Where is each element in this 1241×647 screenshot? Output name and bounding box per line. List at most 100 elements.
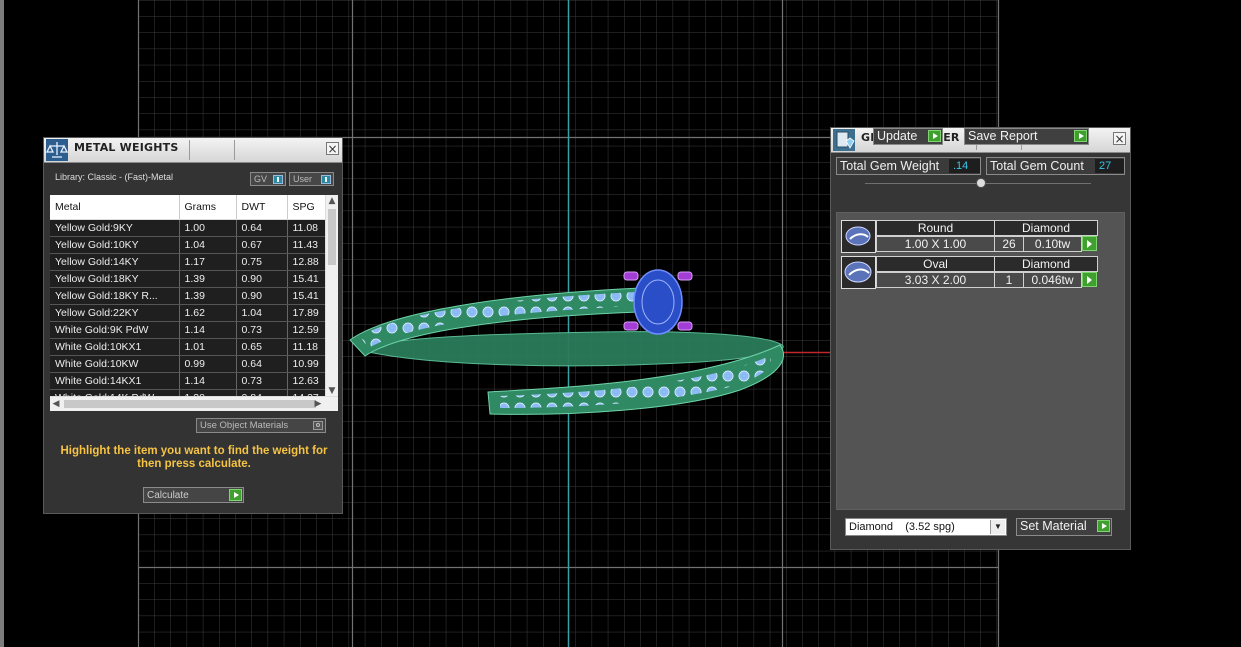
cell-metal: Yellow Gold:18KY R...: [50, 287, 180, 305]
cell-dwt: 0.64: [236, 219, 288, 237]
use-object-materials-toggle[interactable]: Use Object Materials: [196, 418, 326, 433]
table-row[interactable]: White Gold:10KX1 1.01 0.65 11.18: [50, 338, 327, 356]
cell-grams: 1.14: [179, 321, 237, 339]
horizontal-scroll-thumb[interactable]: [64, 400, 316, 408]
panel-splitter-handle[interactable]: [976, 178, 986, 188]
table-row[interactable]: Yellow Gold:9KY 1.00 0.64 11.08: [50, 219, 327, 237]
cell-grams: 1.39: [179, 270, 237, 288]
title-separator: [234, 140, 235, 160]
scroll-left-icon[interactable]: ◀: [50, 397, 62, 411]
cell-spg: 12.59: [287, 321, 327, 339]
metal-weights-close-button[interactable]: ×: [326, 142, 339, 155]
cell-metal: Yellow Gold:9KY: [50, 219, 180, 237]
gem-reporter-panel: GEM REPORTER × Total Gem Weight .14 Tota…: [830, 127, 1131, 550]
gem-shape: Oval: [876, 256, 995, 272]
toggle-off-icon: [313, 421, 323, 430]
cell-metal: White Gold:10KX1: [50, 338, 180, 356]
gem-weight: 0.046tw: [1023, 272, 1082, 288]
table-horizontal-scrollbar[interactable]: ◀ ▶: [50, 396, 338, 411]
cell-metal: Yellow Gold:10KY: [50, 236, 180, 254]
gem-report-icon: [833, 129, 855, 151]
scroll-up-icon[interactable]: ▲: [326, 195, 338, 207]
cell-spg: 11.43: [287, 236, 327, 254]
gem-size: 1.00 X 1.00: [876, 236, 995, 252]
cell-metal: Yellow Gold:14KY: [50, 253, 180, 271]
cell-grams: 1.04: [179, 236, 237, 254]
play-arrow-icon: [928, 130, 941, 142]
column-header-grams[interactable]: Grams: [179, 195, 237, 220]
use-object-materials-label: Use Object Materials: [200, 420, 289, 431]
table-row[interactable]: Yellow Gold:18KY 1.39 0.90 15.41: [50, 270, 327, 288]
set-material-label: Set Material: [1020, 519, 1087, 533]
gv-toggle[interactable]: GV: [250, 172, 286, 186]
table-row[interactable]: White Gold:9K PdW 1.14 0.73 12.59: [50, 321, 327, 339]
metal-table-container[interactable]: Metal Grams DWT SPG Yellow Gold:9KY 1.00 0…: [50, 195, 338, 411]
column-header-dwt[interactable]: DWT: [236, 195, 288, 220]
toggle-knob-icon: [321, 175, 331, 184]
cell-spg: 17.89: [287, 304, 327, 322]
table-vertical-scrollbar[interactable]: ▲ ▼: [325, 195, 338, 397]
cell-dwt: 0.75: [236, 253, 288, 271]
title-separator: [189, 140, 190, 160]
gem-material: Diamond: [994, 256, 1098, 272]
cell-grams: 0.99: [179, 355, 237, 373]
cell-spg: 12.88: [287, 253, 327, 271]
cell-spg: 10.99: [287, 355, 327, 373]
set-material-button[interactable]: Set Material: [1016, 518, 1112, 536]
cell-grams: 1.17: [179, 253, 237, 271]
cell-grams: 1.01: [179, 338, 237, 356]
total-gem-weight-box: Total Gem Weight .14: [836, 157, 981, 175]
column-header-metal[interactable]: Metal: [50, 195, 180, 220]
table-row[interactable]: Yellow Gold:14KY 1.17 0.75 12.88: [50, 253, 327, 271]
oval-gem-icon: [841, 256, 876, 289]
cell-grams: 1.14: [179, 372, 237, 390]
calculate-button[interactable]: Calculate: [143, 487, 244, 503]
cell-metal: White Gold:10KW: [50, 355, 180, 373]
vertical-scroll-thumb[interactable]: [328, 209, 336, 265]
total-gem-count-box: Total Gem Count 27: [986, 157, 1125, 175]
user-toggle[interactable]: User: [289, 172, 334, 186]
metal-weights-title-bar[interactable]: METAL WEIGHTS ×: [44, 138, 342, 163]
cell-metal: Yellow Gold:22KY: [50, 304, 180, 322]
gem-list[interactable]: Round Diamond 1.00 X 1.00 26 0.10tw Oval…: [836, 212, 1125, 510]
gem-list-item[interactable]: Round Diamond 1.00 X 1.00 26 0.10tw: [841, 220, 1098, 254]
total-gem-weight-label: Total Gem Weight: [840, 159, 940, 173]
table-row[interactable]: White Gold:14KX1 1.14 0.73 12.63: [50, 372, 327, 390]
play-arrow-icon: [229, 489, 242, 501]
gem-list-item[interactable]: Oval Diamond 3.03 X 2.00 1 0.046tw: [841, 256, 1098, 290]
scale-icon: [46, 139, 68, 161]
cell-dwt: 0.90: [236, 287, 288, 305]
save-report-label: Save Report: [968, 129, 1038, 143]
table-row[interactable]: Yellow Gold:18KY R... 1.39 0.90 15.41: [50, 287, 327, 305]
cell-spg: 15.41: [287, 287, 327, 305]
gem-material: Diamond: [994, 220, 1098, 236]
cell-dwt: 1.04: [236, 304, 288, 322]
gem-select-arrow-icon[interactable]: [1082, 236, 1097, 251]
cell-metal: White Gold:14KX1: [50, 372, 180, 390]
user-toggle-label: User: [293, 174, 313, 184]
instruction-text: Highlight the item you want to find the …: [60, 445, 328, 470]
material-select[interactable]: Diamond (3.52 spg) ▼: [845, 518, 1007, 536]
table-header-row: Metal Grams DWT SPG: [50, 195, 327, 220]
gem-select-arrow-icon[interactable]: [1082, 272, 1097, 287]
play-arrow-icon: [1097, 520, 1110, 532]
total-gem-weight-value: .14: [949, 159, 980, 173]
cell-dwt: 0.65: [236, 338, 288, 356]
cell-grams: 1.62: [179, 304, 237, 322]
scroll-right-icon[interactable]: ▶: [312, 397, 324, 411]
metal-table[interactable]: Metal Grams DWT SPG Yellow Gold:9KY 1.00 0…: [50, 195, 327, 407]
update-button[interactable]: Update: [873, 128, 943, 145]
cell-metal: Yellow Gold:18KY: [50, 270, 180, 288]
gem-count: 1: [994, 272, 1024, 288]
gem-reporter-close-button[interactable]: ×: [1113, 132, 1126, 145]
table-row[interactable]: Yellow Gold:10KY 1.04 0.67 11.43: [50, 236, 327, 254]
cell-dwt: 0.64: [236, 355, 288, 373]
center-setting: [623, 269, 693, 335]
cell-dwt: 0.73: [236, 321, 288, 339]
table-row[interactable]: Yellow Gold:22KY 1.62 1.04 17.89: [50, 304, 327, 322]
cell-dwt: 0.73: [236, 372, 288, 390]
save-report-button[interactable]: Save Report: [964, 128, 1089, 145]
table-row[interactable]: White Gold:10KW 0.99 0.64 10.99: [50, 355, 327, 373]
chevron-down-icon[interactable]: ▼: [990, 520, 1005, 534]
column-header-spg[interactable]: SPG: [287, 195, 327, 220]
